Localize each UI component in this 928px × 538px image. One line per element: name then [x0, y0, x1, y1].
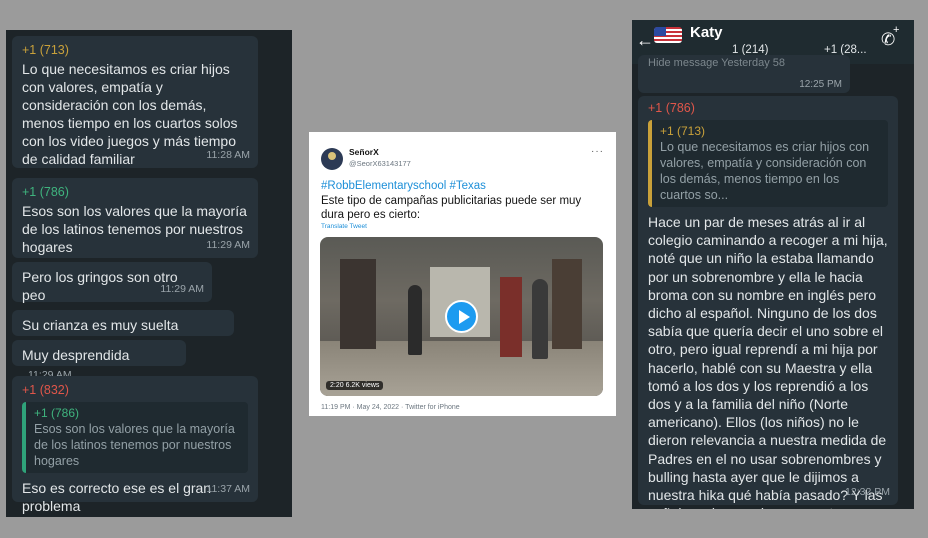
video-door [552, 259, 582, 349]
message-text: Su crianza es muy suelta [22, 317, 179, 333]
message-sender: +1 (786) [648, 101, 695, 115]
message-text: Muy desprendida [22, 347, 130, 363]
quoted-message[interactable]: +1 (786) Esos son los valores que la may… [22, 402, 248, 473]
video-person [532, 279, 548, 359]
chat-message[interactable]: Muy desprendida 11:29 AM [12, 340, 186, 381]
quoted-message[interactable]: +1 (713) Lo que necesitamos es criar hij… [648, 120, 888, 207]
message-time: 11:37 AM [206, 483, 250, 495]
quoted-sender: +1 (713) [660, 124, 706, 138]
chat-message[interactable]: +1 (713) Lo que necesitamos es criar hij… [12, 36, 258, 168]
message-time: 12:32 PM [845, 485, 890, 498]
video-door [340, 259, 376, 349]
video-person [408, 285, 422, 355]
chat-message[interactable]: +1 (832) +1 (786) Esos son los valores q… [12, 376, 258, 514]
chat-message[interactable]: Su crianza es muy suelta 11:29 AM [12, 310, 234, 351]
chat-message[interactable]: +1 (786) +1 (713) Lo que necesitamos es … [638, 96, 898, 509]
previous-message[interactable]: Hide message Yesterday 58 12:25 PM [638, 55, 850, 93]
add-call-icon[interactable]: ✆ [881, 24, 900, 50]
tweet-card[interactable]: SeñorX @SeorX63143177 ··· #RobbElementar… [309, 132, 616, 416]
message-sender: +1 (713) [22, 43, 69, 57]
message-sender: +1 (786) [22, 185, 69, 199]
message-sender: +1 (832) [22, 383, 69, 397]
play-button-icon[interactable] [445, 300, 478, 333]
quoted-text: Esos son los valores que la mayoría de l… [34, 422, 235, 468]
video-red-door [500, 277, 522, 357]
tweet-author-handle[interactable]: @SeorX63143177 [349, 159, 411, 168]
tweet-video[interactable]: 2:20 6.2K views [320, 237, 603, 396]
chat-title[interactable]: Katy [690, 24, 723, 41]
previous-message-text: Hide message Yesterday 58 [648, 57, 785, 69]
message-time: 11:29 AM [206, 239, 250, 251]
left-chat-panel: +1 (713) Lo que necesitamos es criar hij… [6, 30, 292, 517]
chat-message[interactable]: +1 (786) Esos son los valores que la may… [12, 178, 258, 258]
message-text: Hace un par de meses atrás al ir al cole… [648, 214, 888, 509]
more-options-icon[interactable]: ··· [591, 146, 604, 157]
avatar[interactable] [321, 148, 343, 170]
tweet-text: Este tipo de campañas publicitarias pued… [321, 195, 582, 221]
tweet-hashtags[interactable]: #RobbElementaryschool #Texas [321, 180, 486, 192]
video-duration: 2:20 [330, 382, 344, 389]
translate-tweet-link[interactable]: Translate Tweet [321, 223, 367, 230]
group-avatar-flag-icon[interactable] [654, 27, 682, 43]
tweet-author-name[interactable]: SeñorX [349, 147, 379, 157]
message-time: 11:29 AM [160, 283, 204, 295]
video-stats: 2:20 6.2K views [326, 381, 384, 390]
quoted-sender: +1 (786) [34, 406, 80, 420]
back-arrow-icon[interactable]: ← [636, 30, 654, 51]
message-time: 11:28 AM [206, 149, 250, 161]
tweet-meta: 11:19 PM · May 24, 2022 · Twitter for iP… [321, 404, 460, 411]
quoted-text: Lo que necesitamos es criar hijos con va… [660, 140, 870, 202]
message-time: 12:25 PM [799, 79, 842, 90]
chat-message[interactable]: Pero los gringos son otro peo 11:29 AM [12, 262, 212, 303]
right-chat-panel: ← Katy 1 (214) +1 (28... ✆ Hide message … [632, 20, 914, 509]
video-views: 6.2K views [345, 382, 380, 389]
